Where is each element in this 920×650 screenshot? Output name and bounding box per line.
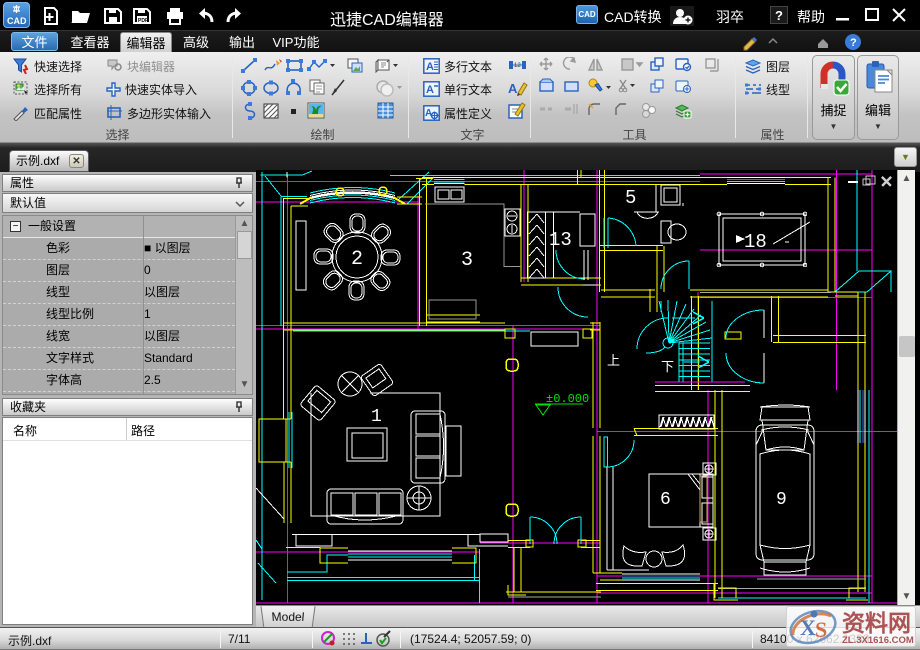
svg-text:5: 5: [625, 187, 636, 209]
svg-text:1: 1: [371, 407, 382, 427]
svg-text:12: 12: [514, 63, 521, 69]
svg-text:X: X: [800, 615, 816, 640]
svg-text:2: 2: [351, 248, 363, 271]
svg-text:A: A: [426, 84, 434, 96]
svg-text:9: 9: [776, 490, 787, 510]
svg-text:资料网: 资料网: [842, 610, 911, 636]
svg-text:13: 13: [549, 229, 572, 251]
svg-text:S: S: [815, 617, 827, 642]
svg-text:6: 6: [660, 490, 671, 510]
svg-text:A: A: [508, 81, 518, 96]
svg-text:3: 3: [461, 249, 473, 272]
svg-text:PDF: PDF: [138, 18, 148, 24]
svg-text:ZL.3X1616.COM: ZL.3X1616.COM: [842, 635, 914, 646]
svg-text:A: A: [425, 108, 432, 119]
svg-text:下: 下: [661, 359, 674, 374]
svg-text:CAD: CAD: [7, 16, 27, 26]
svg-text:?: ?: [850, 37, 857, 49]
svg-text:A: A: [426, 61, 434, 73]
svg-text:上: 上: [607, 353, 620, 368]
svg-text:18: 18: [744, 231, 767, 253]
